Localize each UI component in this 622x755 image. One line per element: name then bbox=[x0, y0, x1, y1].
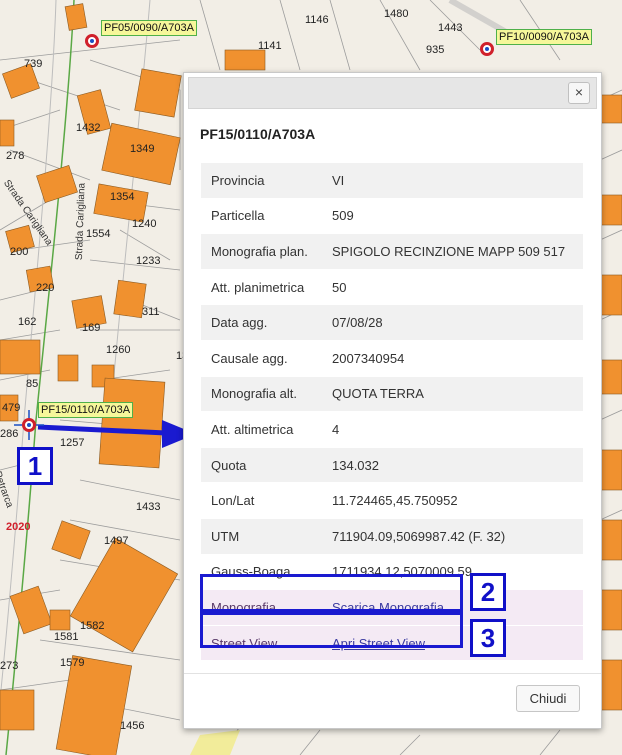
parcel-number: 1433 bbox=[136, 501, 161, 513]
highlight-street-view-row bbox=[200, 612, 463, 648]
parcel-number: 1581 bbox=[54, 631, 79, 643]
callout-number: 2 bbox=[470, 573, 506, 611]
row-value: 134.032 bbox=[322, 446, 583, 483]
table-row: Att. planimetrica 50 bbox=[201, 268, 583, 305]
map-point-label[interactable]: PF05/0090/A703A bbox=[101, 20, 197, 36]
parcel-number: 1233 bbox=[136, 255, 161, 267]
parcel-number: 1480 bbox=[384, 8, 409, 20]
row-value: 4 bbox=[322, 411, 583, 448]
parcel-number: 1260 bbox=[106, 344, 131, 356]
row-key: Lon/Lat bbox=[201, 482, 322, 519]
map-point-label[interactable]: PF15/0110/A703A bbox=[38, 402, 134, 418]
close-button[interactable]: Chiudi bbox=[516, 685, 580, 712]
parcel-number: 273 bbox=[0, 660, 19, 672]
highlight-monografia-row bbox=[200, 574, 463, 612]
table-row: Lon/Lat 11.724465,45.750952 bbox=[201, 482, 583, 519]
parcel-number: 1582 bbox=[80, 620, 105, 632]
parcel-number: 1354 bbox=[110, 191, 135, 203]
callout-number: 1 bbox=[17, 447, 53, 485]
parcel-number: 1432 bbox=[76, 122, 101, 134]
row-key: Causale agg. bbox=[201, 339, 322, 377]
row-value: 711904.09,5069987.42 (F. 32) bbox=[322, 517, 583, 555]
table-row: Particella 509 bbox=[201, 197, 583, 234]
row-key: Data agg. bbox=[201, 304, 322, 341]
parcel-number: 1257 bbox=[60, 437, 85, 449]
parcel-number: 1349 bbox=[130, 143, 155, 155]
parcel-number: 1146 bbox=[305, 14, 329, 26]
row-key: Att. planimetrica bbox=[201, 268, 322, 305]
parcel-number: 479 bbox=[2, 402, 21, 414]
parcel-number: 1497 bbox=[104, 535, 129, 547]
row-key: UTM bbox=[201, 517, 322, 555]
parcel-number: 278 bbox=[6, 150, 25, 162]
parcel-number: 311 bbox=[142, 306, 160, 318]
parcel-number: 1554 bbox=[86, 228, 111, 240]
row-value: 509 bbox=[322, 197, 583, 234]
parcel-number: 1443 bbox=[438, 22, 463, 34]
row-value: QUOTA TERRA bbox=[322, 375, 583, 412]
table-row: Data agg. 07/08/28 bbox=[201, 304, 583, 341]
row-key: Monografia alt. bbox=[201, 375, 322, 412]
row-key: Particella bbox=[201, 197, 322, 234]
parcel-number: 169 bbox=[82, 322, 101, 334]
parcel-number: 2020 bbox=[6, 521, 31, 533]
parcel-number: 286 bbox=[0, 428, 19, 440]
row-value: VI bbox=[322, 162, 583, 199]
parcel-number: 200 bbox=[10, 246, 29, 258]
parcel-number: 739 bbox=[24, 58, 43, 70]
parcel-number: 1240 bbox=[132, 218, 157, 230]
row-value: 07/08/28 bbox=[322, 304, 583, 341]
parcel-number: 1579 bbox=[60, 657, 85, 669]
row-value: 2007340954 bbox=[322, 339, 583, 377]
close-icon[interactable]: × bbox=[568, 82, 590, 104]
row-key: Monografia plan. bbox=[201, 233, 322, 270]
parcel-number: 85 bbox=[26, 378, 39, 390]
parcel-number: 1456 bbox=[120, 720, 145, 732]
map-point-marker[interactable] bbox=[480, 42, 494, 56]
row-key: Provincia bbox=[201, 162, 322, 199]
dialog-title: PF15/0110/A703A bbox=[200, 126, 316, 142]
table-row: Monografia plan. SPIGOLO RECINZIONE MAPP … bbox=[201, 233, 583, 270]
table-row: Monografia alt. QUOTA TERRA bbox=[201, 375, 583, 412]
row-key: Att. altimetrica bbox=[201, 411, 322, 448]
dialog-header[interactable]: × bbox=[188, 77, 597, 109]
row-key: Quota bbox=[201, 446, 322, 483]
callout-number: 3 bbox=[470, 619, 506, 657]
row-value: 11.724465,45.750952 bbox=[322, 482, 583, 519]
map-point-label[interactable]: PF10/0090/A703A bbox=[496, 29, 592, 45]
table-row: UTM 711904.09,5069987.42 (F. 32) bbox=[201, 517, 583, 555]
table-row: Provincia VI bbox=[201, 162, 583, 199]
parcel-number: 1141 bbox=[258, 40, 282, 52]
table-row: Causale agg. 2007340954 bbox=[201, 339, 583, 377]
parcel-number: 935 bbox=[426, 44, 445, 56]
parcel-number: 220 bbox=[36, 282, 55, 294]
table-row: Att. altimetrica 4 bbox=[201, 411, 583, 448]
footer-divider bbox=[184, 673, 601, 674]
map-point-marker[interactable] bbox=[85, 34, 99, 48]
table-row: Quota 134.032 bbox=[201, 446, 583, 483]
row-value: SPIGOLO RECINZIONE MAPP 509 517 bbox=[322, 233, 583, 270]
map-point-marker[interactable] bbox=[22, 418, 36, 432]
parcel-number: 162 bbox=[18, 316, 37, 328]
row-value: 50 bbox=[322, 268, 583, 305]
